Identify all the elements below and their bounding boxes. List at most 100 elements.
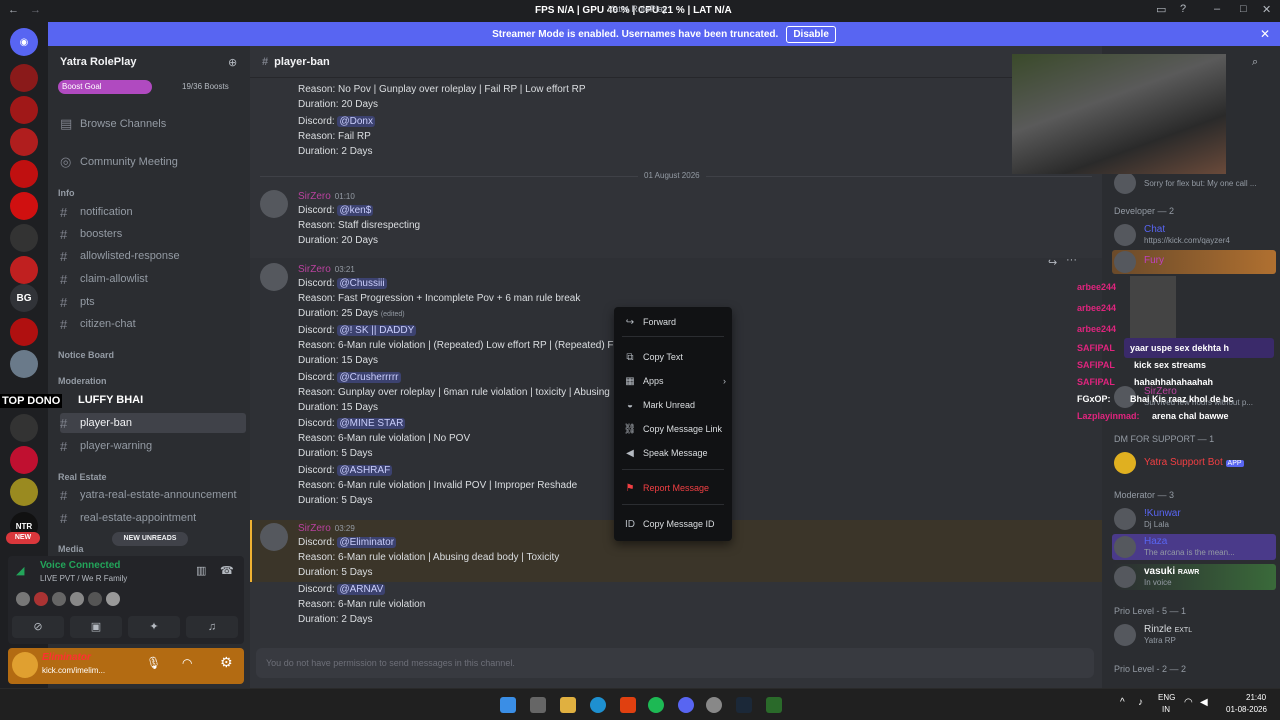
channel-real-estate-appointment[interactable]: # real-estate-appointment	[60, 508, 246, 528]
clock-time[interactable]: 21:40	[1246, 693, 1266, 702]
participant-avatar[interactable]	[88, 592, 102, 606]
mic-icon[interactable]: 🎙	[146, 656, 161, 670]
maximize-button[interactable]: □	[1240, 3, 1247, 15]
avatar[interactable]	[260, 190, 288, 218]
menu-copy-text[interactable]: ⧉ Copy Text	[622, 347, 726, 367]
volume-icon[interactable]: ◀	[1200, 697, 1208, 708]
server-icon[interactable]	[10, 350, 38, 378]
edge-icon[interactable]	[590, 697, 606, 713]
user-mention[interactable]: @ken$	[337, 205, 374, 216]
channel-pts[interactable]: # pts	[60, 292, 246, 312]
message-author[interactable]: SirZero 01:10	[298, 191, 355, 202]
disconnect-icon[interactable]: ☎	[220, 564, 234, 577]
participant-avatar[interactable]	[16, 592, 30, 606]
server-icon[interactable]	[10, 128, 38, 156]
help-icon[interactable]: ?	[1180, 3, 1186, 15]
tray-chevron-icon[interactable]: ^	[1120, 697, 1125, 708]
user-mention[interactable]: @ARNAV	[337, 584, 386, 595]
start-icon[interactable]	[500, 697, 516, 713]
discord-icon[interactable]	[678, 697, 694, 713]
screenshare-button[interactable]: ▣	[70, 616, 122, 638]
user-mention[interactable]: @MINE STAR	[337, 418, 406, 429]
member-item[interactable]: !Kunwar Dj Lala	[1114, 506, 1278, 532]
member-item[interactable]: vasuki RAWR In voice	[1114, 564, 1278, 590]
user-mention[interactable]: @Eliminator	[337, 537, 397, 548]
invite-icon[interactable]: ⊕	[228, 56, 237, 69]
author-name[interactable]: SirZero	[298, 191, 331, 202]
back-arrow-icon[interactable]: ←	[8, 4, 19, 16]
participant-avatar[interactable]	[70, 592, 84, 606]
headphones-icon[interactable]: ◠	[182, 656, 192, 670]
avatar[interactable]	[260, 523, 288, 551]
menu-apps[interactable]: ▦ Apps ›	[622, 371, 726, 391]
server-icon[interactable]	[10, 318, 38, 346]
voice-channel[interactable]: LIVE PVT / We R Family	[40, 574, 127, 583]
message-author[interactable]: SirZero 03:21	[298, 264, 355, 275]
camera-off-button[interactable]: ⊘	[12, 616, 64, 638]
category-notice-board[interactable]: Notice Board	[58, 350, 114, 360]
app-icon[interactable]	[766, 697, 782, 713]
channel-notification[interactable]: # notification	[60, 202, 246, 222]
noise-suppression-icon[interactable]: ▥	[196, 564, 206, 577]
author-name[interactable]: SirZero	[298, 264, 331, 275]
channel-allowlisted-response[interactable]: # allowlisted-response	[60, 246, 246, 266]
server-icon[interactable]	[10, 446, 38, 474]
search-icon[interactable]: ⌕	[1252, 56, 1258, 69]
user-mention[interactable]: @Crusherrrrr	[337, 372, 401, 383]
forward-arrow-icon[interactable]: →	[30, 4, 41, 16]
participant-avatar[interactable]	[52, 592, 66, 606]
menu-speak[interactable]: ◀ Speak Message	[622, 443, 726, 463]
member-item[interactable]: Chat https://kick.com/qayzer4	[1114, 222, 1278, 248]
menu-forward[interactable]: ↪ Forward	[622, 312, 726, 332]
clock-date[interactable]: 01-08-2026	[1226, 705, 1267, 714]
category-moderation[interactable]: Moderation	[58, 376, 107, 386]
browse-channels[interactable]: ▤ Browse Channels	[60, 114, 246, 134]
menu-report[interactable]: ⚑ Report Message	[622, 478, 726, 498]
inbox-icon[interactable]: ▭	[1156, 3, 1166, 16]
channel-claim-allowlist[interactable]: # claim-allowlist	[60, 269, 246, 289]
message-input[interactable]: You do not have permission to send messa…	[256, 648, 1094, 678]
server-icon[interactable]	[10, 224, 38, 252]
server-icon[interactable]	[10, 96, 38, 124]
app-icon[interactable]	[706, 697, 722, 713]
server-icon[interactable]	[10, 478, 38, 506]
category-media[interactable]: Media	[58, 544, 84, 554]
forward-icon[interactable]: ↪	[1048, 256, 1057, 269]
more-options-icon[interactable]: ···	[1066, 254, 1077, 266]
minimize-button[interactable]: –	[1214, 3, 1220, 15]
channel-player-ban[interactable]: # player-ban	[60, 413, 246, 433]
message-author[interactable]: SirZero 03:29	[298, 523, 355, 534]
participant-avatar[interactable]	[34, 592, 48, 606]
server-icon[interactable]	[10, 414, 38, 442]
soundboard-button[interactable]: ♫	[186, 616, 238, 638]
user-mention[interactable]: @Donx	[337, 116, 375, 127]
server-bg[interactable]: BG	[10, 284, 38, 312]
close-window-button[interactable]: ✕	[1262, 3, 1271, 16]
activities-button[interactable]: ✦	[128, 616, 180, 638]
member-item[interactable]: Yatra Support Bot APP	[1114, 450, 1278, 476]
taskview-icon[interactable]	[530, 697, 546, 713]
user-mention[interactable]: @! SK || DADDY	[337, 325, 417, 336]
server-icon[interactable]	[10, 64, 38, 92]
menu-mark-unread[interactable]: ◒ Mark Unread	[622, 395, 726, 415]
steam-icon[interactable]	[736, 697, 752, 713]
channel-boosters[interactable]: # boosters	[60, 224, 246, 244]
wifi-icon[interactable]: ◠	[1184, 697, 1193, 708]
brave-icon[interactable]	[620, 697, 636, 713]
spotify-icon[interactable]	[648, 697, 664, 713]
language-indicator[interactable]: ENG	[1158, 693, 1175, 702]
category-real-estate[interactable]: Real Estate	[58, 472, 107, 482]
explorer-icon[interactable]	[560, 697, 576, 713]
user-mention[interactable]: @ASHRAF	[337, 465, 393, 476]
discord-home-icon[interactable]: ◉	[10, 28, 38, 56]
member-item[interactable]: Haza The arcana is the mean...	[1114, 534, 1278, 560]
server-icon[interactable]	[10, 256, 38, 284]
participant-avatar[interactable]	[106, 592, 120, 606]
avatar[interactable]	[260, 263, 288, 291]
avatar[interactable]	[12, 652, 38, 678]
member-item[interactable]: Fury	[1114, 249, 1278, 275]
channel-real-estate-announcement[interactable]: # yatra-real-estate-announcement	[60, 485, 246, 505]
author-name[interactable]: SirZero	[298, 523, 331, 534]
settings-gear-icon[interactable]: ⚙	[220, 654, 233, 671]
category-info[interactable]: Info	[58, 188, 75, 198]
